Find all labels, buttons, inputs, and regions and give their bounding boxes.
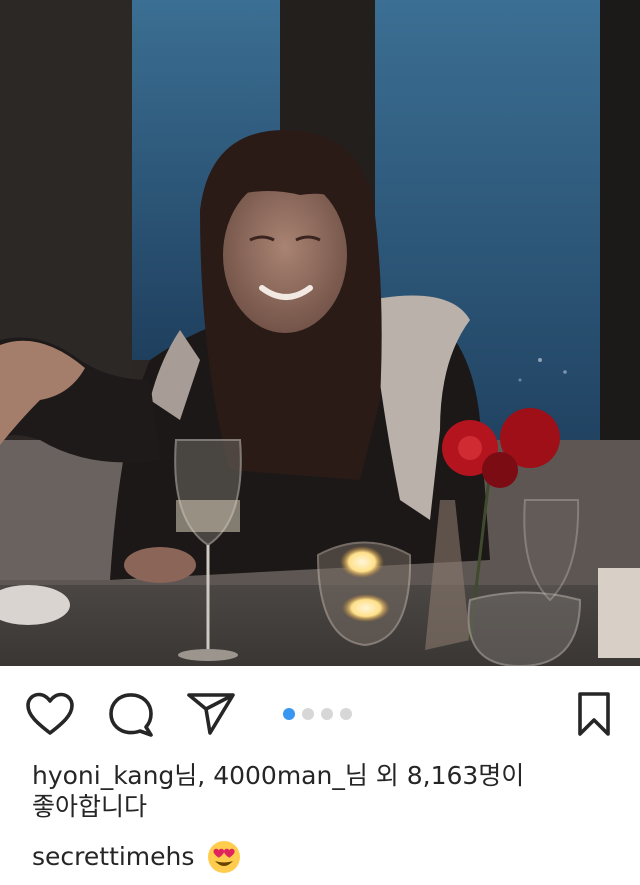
heart-icon[interactable]	[24, 690, 76, 738]
comment-bubble-icon[interactable]	[105, 690, 157, 738]
heart-eyes-emoji-icon	[207, 840, 241, 874]
likes-summary[interactable]: hyoni_kang님, 4000man_님 외 8,163명이 좋아합니다	[32, 760, 608, 822]
bookmark-icon[interactable]	[568, 690, 620, 738]
paper-plane-icon[interactable]	[185, 690, 237, 738]
carousel-indicator	[283, 708, 352, 720]
carousel-dot	[302, 708, 314, 720]
post-caption: secrettimehs	[32, 838, 241, 876]
caption-username[interactable]: secrettimehs	[32, 838, 194, 876]
post-action-bar	[0, 666, 640, 762]
carousel-dot	[340, 708, 352, 720]
carousel-dot	[321, 708, 333, 720]
likes-line-2: 좋아합니다	[32, 792, 148, 821]
post-photo[interactable]	[0, 0, 640, 666]
likes-line-1: hyoni_kang님, 4000man_님 외 8,163명이	[32, 761, 525, 790]
post-image	[0, 0, 640, 666]
carousel-dot-active	[283, 708, 295, 720]
